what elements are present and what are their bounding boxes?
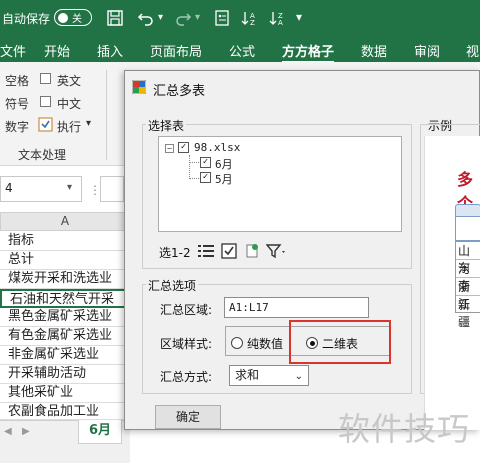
column-header-a[interactable]: A [0,212,130,231]
tab-insert[interactable]: 插入 [97,41,123,60]
table-row[interactable]: 开采辅助活动 [0,365,130,384]
table-row[interactable]: 指标 [0,232,130,251]
table-row-selected[interactable]: 石油和天然气开采 [0,289,130,308]
tree-child-checkbox[interactable]: ✓ [200,172,211,183]
svg-text:Z: Z [250,19,255,27]
table-row[interactable]: 煤炭开采和洗选业 [0,270,130,289]
style-label: 区域样式: [160,337,213,351]
formula-bar[interactable] [100,176,124,202]
ribbon-item-space[interactable]: 空格 [5,72,29,89]
name-box-value: 4 [5,181,13,195]
ribbon-item-symbol[interactable]: 符号 [5,95,29,112]
select-table-group-label: 选择表 [146,117,187,134]
svg-text:A: A [278,19,283,27]
chevron-down-icon: ⌄ [294,371,303,382]
tree-collapse-icon[interactable]: − [165,144,174,153]
customize-qat-icon[interactable]: ▾ [296,10,302,24]
ok-button[interactable]: 确定 [155,405,221,429]
tree-child-checkbox[interactable]: ✓ [200,157,211,168]
options-group-label: 汇总选项 [146,277,199,294]
selection-count-label: 选1-2 [159,246,191,260]
tab-file[interactable]: 文件 [0,41,26,60]
method-label: 汇总方式: [160,370,213,384]
radio-plain-values[interactable] [231,337,243,349]
example-cell: 新疆 [458,298,471,329]
autosave-toggle[interactable]: 关 [54,9,92,26]
chinese-checkbox[interactable] [40,96,51,107]
redo-dropdown-icon[interactable]: ▾ [195,12,200,23]
autosave-label: 自动保存 [2,12,51,26]
tab-fangfang[interactable]: 方方格子 [282,41,335,64]
filter-icon[interactable] [265,243,288,259]
sheet-tree[interactable]: − ✓ 98.xlsx ✓ 6月 ✓ 5月 [158,136,402,232]
ribbon-item-chinese[interactable]: 中文 [57,95,81,112]
example-cell: 河南 [456,260,480,293]
sort-desc-icon[interactable]: ZA [268,8,288,28]
name-box[interactable]: 4 ▾ [0,176,82,202]
range-label: 汇总区域: [160,303,213,317]
method-select-value: 求和 [235,368,260,382]
tree-root-checkbox[interactable]: ✓ [178,142,189,153]
check-all-icon[interactable] [221,243,237,259]
radio-2d-table-label[interactable]: 二维表 [322,335,358,352]
ribbon-item-english[interactable]: 英文 [57,72,81,89]
table-row[interactable]: 有色金属矿采选业 [0,327,130,346]
tree-root-label: 98.xlsx [194,141,241,154]
execute-icon[interactable] [38,117,53,132]
tab-view[interactable]: 视 [466,41,479,60]
tree-line [189,178,199,179]
ribbon-item-execute[interactable]: 执行 [57,118,81,135]
autosave-state: 关 [72,14,82,25]
execute-dropdown-icon[interactable]: ▾ [86,118,91,129]
english-checkbox[interactable] [40,73,51,84]
ribbon-group-label: 文本处理 [18,148,67,162]
radio-2d-table[interactable] [306,337,318,349]
example-preview: 多个 山东 河南 浙江 新疆 [424,136,480,430]
undo-dropdown-icon[interactable]: ▾ [158,12,163,23]
ribbon-divider [106,70,107,160]
redo-icon[interactable] [173,8,193,28]
list-icon[interactable] [198,244,214,258]
sheet-tab-active[interactable]: 6月 [78,420,122,444]
dialog-app-icon [131,79,147,95]
tree-line [189,155,190,179]
tree-line [189,162,199,163]
tree-child-label: 6月 [215,158,233,171]
radio-plain-values-label[interactable]: 纯数值 [247,335,283,352]
tab-scroll-left-icon[interactable]: ◀ [4,426,12,437]
form-icon[interactable] [212,8,232,28]
example-cell: 山东 [456,242,480,275]
toggle-knob [58,12,68,23]
add-file-icon[interactable] [244,243,260,259]
table-row[interactable]: 农副食品加工业 [0,403,130,420]
example-cell: 浙江 [456,278,480,311]
tab-home[interactable]: 开始 [44,41,70,60]
tree-child-label: 5月 [215,173,233,186]
watermark: 软件技巧 [338,410,471,448]
tab-scroll-right-icon[interactable]: ▶ [22,426,30,437]
method-select[interactable]: 求和 ⌄ [229,365,309,386]
tab-data[interactable]: 数据 [361,41,387,60]
sort-icon[interactable]: AZ [240,8,260,28]
dialog-title: 汇总多表 [153,84,206,99]
undo-icon[interactable] [136,8,156,28]
table-row[interactable]: 黑色金属矿采选业 [0,308,130,327]
tab-review[interactable]: 审阅 [414,41,440,60]
example-header-cell [455,216,480,241]
example-tab [455,204,480,216]
tab-formulas[interactable]: 公式 [229,41,255,60]
table-row[interactable]: 非金属矿采选业 [0,346,130,365]
save-icon[interactable] [105,8,125,28]
tab-page-layout[interactable]: 页面布局 [150,41,202,60]
ribbon-item-number[interactable]: 数字 [5,118,29,135]
name-box-dropdown-icon[interactable]: ▾ [67,182,72,193]
example-table: 山东 河南 浙江 新疆 [455,241,480,329]
table-row[interactable]: 其他采矿业 [0,384,130,403]
table-row[interactable]: 总计 [0,251,130,270]
range-input[interactable]: A1:L17 [224,297,369,318]
